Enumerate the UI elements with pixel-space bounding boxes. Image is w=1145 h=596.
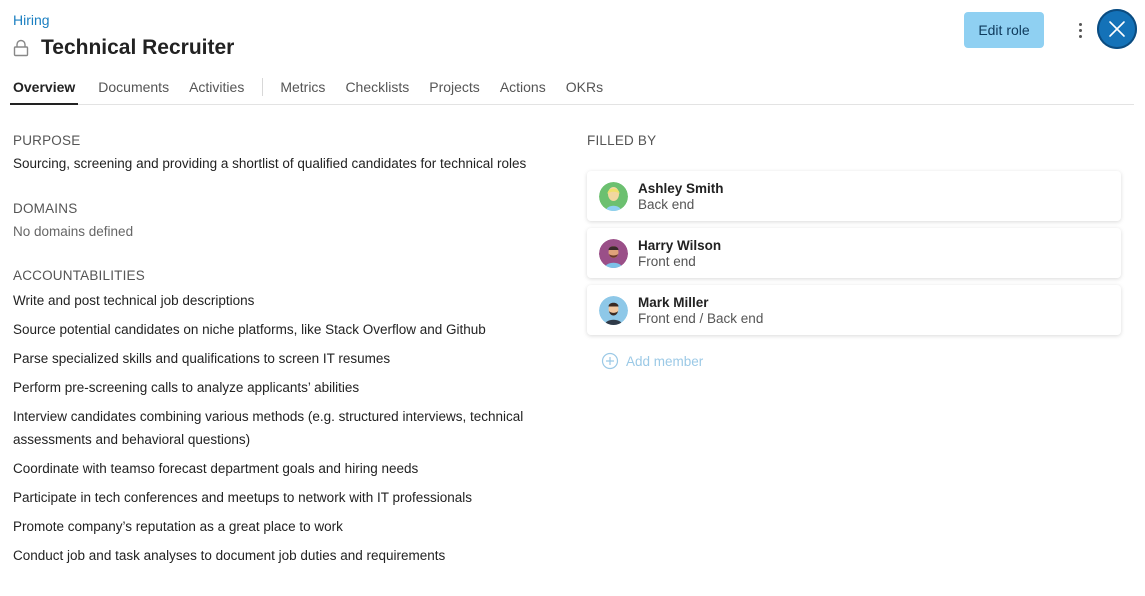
tab-actions[interactable]: Actions — [500, 70, 546, 103]
close-icon — [1109, 21, 1125, 37]
filled-by-heading: FILLED BY — [587, 133, 657, 148]
member-role: Back end — [638, 196, 695, 212]
tab-checklists[interactable]: Checklists — [345, 70, 409, 103]
page-title: Technical Recruiter — [41, 36, 235, 59]
purpose-text: Sourcing, screening and providing a shor… — [13, 156, 527, 171]
accountability-item: Source potential candidates on niche pla… — [13, 322, 486, 337]
plus-circle-icon — [601, 352, 619, 370]
accountability-item: Parse specialized skills and qualificati… — [13, 351, 391, 366]
member-name: Harry Wilson — [638, 237, 722, 253]
role-details: PURPOSE Sourcing, screening and providin… — [13, 133, 558, 567]
member-name: Mark Miller — [638, 294, 709, 310]
member-card-ashley-smith[interactable]: Ashley Smith Back end — [587, 171, 1121, 221]
tab-documents[interactable]: Documents — [98, 70, 169, 103]
purpose-heading: PURPOSE — [13, 133, 81, 148]
avatar — [599, 238, 628, 268]
tab-projects[interactable]: Projects — [429, 70, 480, 103]
tab-activities[interactable]: Activities — [189, 70, 244, 103]
member-name: Ashley Smith — [638, 180, 724, 196]
accountability-item: Coordinate with teamso forecast departme… — [13, 461, 419, 476]
domains-text: No domains defined — [13, 224, 134, 239]
member-card-harry-wilson[interactable]: Harry Wilson Front end — [587, 228, 1121, 278]
accountability-item: Write and post technical job description… — [13, 293, 255, 308]
accountability-item: Conduct job and task analyses to documen… — [13, 548, 446, 563]
breadcrumb-hiring[interactable]: Hiring — [13, 12, 50, 28]
member-list: Ashley Smith Back end Harry Wilson Front… — [587, 171, 1121, 335]
more-vertical-icon[interactable] — [1068, 18, 1092, 42]
accountabilities-heading: ACCOUNTABILITIES — [13, 268, 145, 283]
tab-overview[interactable]: Overview — [10, 70, 79, 105]
member-role: Front end — [638, 253, 696, 269]
accountability-item: Promote company’s reputation as a great … — [13, 519, 343, 534]
close-button[interactable] — [1097, 9, 1137, 49]
filled-by-panel: FILLED BY Ashley Smith Back end Harry Wi… — [587, 133, 1121, 370]
tab-metrics[interactable]: Metrics — [280, 70, 325, 103]
domains-heading: DOMAINS — [13, 201, 78, 216]
lock-icon — [13, 39, 29, 57]
member-card-mark-miller[interactable]: Mark Miller Front end / Back end — [587, 285, 1121, 335]
title-row: Technical Recruiter — [13, 36, 234, 60]
tab-bar: Overview Documents Activities Metrics Ch… — [10, 70, 1134, 105]
avatar — [599, 181, 628, 211]
avatar — [599, 295, 628, 325]
add-member-label: Add member — [626, 353, 704, 369]
accountabilities-list: Write and post technical job description… — [13, 289, 558, 567]
member-role: Front end / Back end — [638, 310, 764, 326]
accountability-item: Perform pre-screening calls to analyze a… — [13, 380, 360, 395]
tab-okrs[interactable]: OKRs — [566, 70, 603, 103]
edit-role-button[interactable]: Edit role — [964, 12, 1044, 48]
accountability-item: Participate in tech conferences and meet… — [13, 490, 472, 505]
accountability-item: Interview candidates combining various m… — [13, 409, 524, 447]
tab-divider — [262, 78, 264, 96]
add-member-button[interactable]: Add member — [601, 352, 1121, 370]
